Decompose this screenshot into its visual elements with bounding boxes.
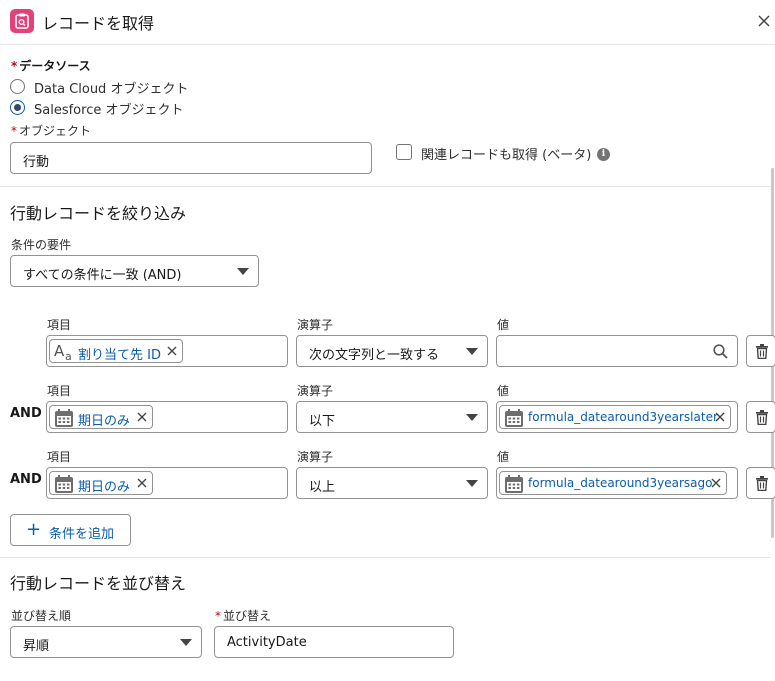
operator-select[interactable]: 以下 [296,401,488,433]
sort-field-value: ActivityDate [227,635,307,650]
add-condition-button[interactable]: + 条件を追加 [10,514,131,546]
field-column-label: 項目 [47,450,72,464]
and-label: AND [10,406,42,421]
value-pill[interactable]: formula_datearound3yearsago [499,471,727,495]
object-input[interactable]: 行動 [10,142,372,174]
operator-column-label: 演算子 [297,318,334,332]
trash-icon [756,476,768,491]
field-pill[interactable]: 期日のみ [49,405,153,429]
value-pill[interactable]: formula_datearound3yearslater [499,405,731,429]
related-records-checkbox[interactable] [396,144,412,160]
operator-value: 以下 [309,414,336,429]
field-pill-label: 期日のみ [78,414,131,429]
value-column-label: 値 [497,384,510,398]
svg-text:A: A [54,342,65,360]
filter-section-title: 行動レコードを絞り込み [10,204,187,223]
sort-order-label: 並び替え順 [11,609,72,623]
operator-column-label: 演算子 [297,384,334,398]
remove-icon[interactable] [136,477,148,489]
svg-text:a: a [65,350,72,362]
object-value: 行動 [23,155,50,170]
remove-icon[interactable] [166,345,178,357]
record-lookup-icon [10,9,34,33]
remove-icon[interactable] [136,411,148,423]
field-pill[interactable]: 期日のみ [49,471,153,495]
condition-field-input[interactable]: 期日のみ [46,467,288,499]
value-input[interactable] [496,335,738,367]
calendar-icon [504,474,524,498]
operator-column-label: 演算子 [297,450,334,464]
plus-icon: + [26,519,42,540]
close-icon[interactable] [757,14,771,28]
trash-icon [756,344,768,359]
delete-condition-button[interactable] [746,467,775,499]
chevron-down-icon [237,268,249,275]
info-icon[interactable]: i [597,148,610,161]
operator-select[interactable]: 以上 [296,467,488,499]
sort-order-select[interactable]: 昇順 [10,626,202,658]
chevron-down-icon [466,480,478,487]
sort-field-input[interactable]: ActivityDate [214,626,454,658]
remove-icon[interactable] [710,477,722,489]
value-pill-label: formula_datearound3yearslater [528,410,718,424]
chevron-down-icon [466,414,478,421]
calendar-icon [504,408,524,432]
value-input[interactable]: formula_datearound3yearslater [496,401,738,433]
operator-value: 次の文字列と一致する [309,348,440,363]
field-pill-label: 期日のみ [78,480,131,495]
trash-icon [756,410,768,425]
remove-icon[interactable] [714,411,726,423]
operator-value: 以上 [309,480,336,495]
field-column-label: 項目 [47,384,72,398]
and-label: AND [10,472,42,487]
sort-section-title: 行動レコードを並び替え [10,574,187,593]
calendar-icon [54,408,74,432]
value-column-label: 値 [497,450,510,464]
radio-data-cloud[interactable] [10,79,25,94]
radio-data-cloud-label: Data Cloud オブジェクト [34,82,189,97]
modal-title: レコードを取得 [42,14,155,33]
condition-requirement-select[interactable]: すべての条件に一致 (AND) [10,255,259,287]
object-label: * オブジェクト [11,124,92,138]
search-icon [713,344,728,363]
divider [0,186,771,187]
add-condition-label: 条件を追加 [49,527,115,542]
field-column-label: 項目 [47,318,72,332]
value-input[interactable]: formula_datearound3yearsago [496,467,738,499]
divider [0,557,771,558]
condition-field-input[interactable]: A a 割り当て先 ID [46,335,288,367]
delete-condition-button[interactable] [746,335,775,367]
sort-field-label: * 並び替え [215,609,272,623]
modal-header: レコードを取得 [0,0,775,45]
field-pill-label: 割り当て先 ID [78,348,161,363]
related-records-label: 関連レコードも取得 (ベータ) [421,148,592,163]
delete-condition-button[interactable] [746,401,775,433]
condition-requirement-label: 条件の要件 [11,238,72,252]
chevron-down-icon [466,348,478,355]
operator-select[interactable]: 次の文字列と一致する [296,335,488,367]
radio-salesforce-label: Salesforce オブジェクト [34,103,184,118]
condition-field-input[interactable]: 期日のみ [46,401,288,433]
data-source-label: * データソース [11,59,91,73]
calendar-icon [54,474,74,498]
field-pill[interactable]: A a 割り当て先 ID [49,339,183,363]
condition-requirement-value: すべての条件に一致 (AND) [23,268,182,283]
text-type-icon: A a [54,342,76,366]
sort-order-value: 昇順 [23,639,50,654]
radio-salesforce[interactable] [10,100,25,115]
chevron-down-icon [180,639,192,646]
value-column-label: 値 [497,318,510,332]
value-pill-label: formula_datearound3yearsago [528,476,713,490]
